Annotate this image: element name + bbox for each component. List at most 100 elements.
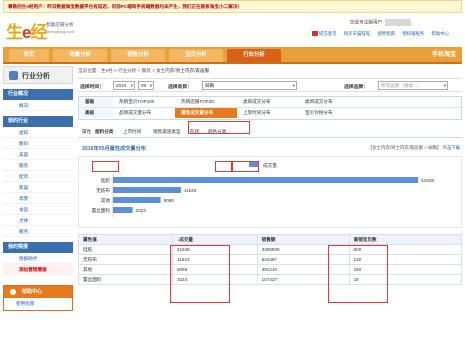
subtab[interactable]: 上市时间 xyxy=(121,127,143,137)
table-header[interactable]: 销售额 xyxy=(256,234,350,245)
report-grid-row: 基础 热销宝贝TOP100 热销店铺TOP30 类目成交分布 类目成交分布 xyxy=(79,97,461,108)
bar-chart: 成交量 硅胶 51848 无纺布 11543 其他 8089 蕾丝面料 3324 xyxy=(78,156,462,228)
sidebar-item[interactable]: 添加营销情报 xyxy=(3,264,73,275)
sidebar-item[interactable]: 服务 xyxy=(3,226,73,237)
sidebar-item[interactable]: 概况 xyxy=(3,100,73,111)
top-links: 提交意见 购买天猫旺旺 使用指南 授权版服务 帮助中心 xyxy=(312,31,455,37)
mobile-taobao-link[interactable]: 手机淘宝 xyxy=(432,49,456,62)
table-cell: 其他 xyxy=(78,264,173,275)
bar-value-label: 3324 xyxy=(136,208,147,213)
table-header[interactable]: ↓成交量 xyxy=(171,234,258,245)
sidebar-item[interactable]: 美容 xyxy=(3,149,73,160)
breadcrumb-root[interactable]: 当前位置：生e经 xyxy=(78,68,113,73)
y-tick-label: 硅胶 xyxy=(101,177,111,184)
bar-value-label: 51848 xyxy=(421,178,434,183)
report-option[interactable]: 热销店铺TOP30 xyxy=(175,97,237,107)
attribute-subtabs: 属性 面料分类 上市时间 销售渠道类型 形状 颜色分类 xyxy=(78,126,462,138)
month-select[interactable]: 05 xyxy=(138,81,154,90)
brand-label: 选择品牌： xyxy=(344,85,368,90)
report-grid-row: 高级 品牌成交量分布 属性成交量分布 上架时间分布 宝贝价格分布 xyxy=(79,108,461,119)
y-tick-label: 其他 xyxy=(101,197,111,204)
help-header: 帮助中心 xyxy=(4,286,72,298)
bar-chart-svg: 成交量硅胶 51848 无纺布 11543 其他 8089 蕾丝面料 3324 xyxy=(92,162,434,217)
highlight-attribute-option xyxy=(188,121,250,134)
report-option[interactable]: 类目成交分布 xyxy=(299,97,361,107)
breadcrumb-clothing[interactable]: 服装 xyxy=(142,68,151,73)
sidebar-item[interactable]: 文体 xyxy=(3,215,73,226)
notice-banner: 尊敬的生e经用户：昨日数据淘宝数据平台有延迟，目前PC端和手机端数据均未产生，我… xyxy=(3,0,462,13)
bar[interactable] xyxy=(113,187,181,193)
top-link-guide[interactable]: 使用指南 xyxy=(377,31,395,36)
tab-industry[interactable]: 行业分析 xyxy=(227,49,281,62)
tab-traffic[interactable]: 流量分析 xyxy=(53,49,107,62)
chart-heading: 2016年05月属性成交量分布 xyxy=(82,146,146,152)
bar[interactable] xyxy=(113,207,133,213)
year-select[interactable]: 2016 xyxy=(113,81,135,90)
top-link-wangwang[interactable]: 购买天猫旺旺 xyxy=(344,31,370,36)
table-cell: 硅胶 xyxy=(78,244,173,255)
site-logo[interactable]: 生e经 智能店铺分析 shengejing.com xyxy=(6,17,86,42)
tab-sales[interactable]: 销售分析 xyxy=(111,49,165,62)
breadcrumb-current: 女士内衣/男士内衣/家居服 xyxy=(156,68,210,73)
brand-select[interactable]: 所有品牌（搜索...） xyxy=(378,81,448,90)
help-item-guide[interactable]: 使用指南 xyxy=(4,298,72,310)
user-greeting: 您是专注版用户 xyxy=(350,19,383,25)
sidebar-section-title: 行业概况 xyxy=(3,89,73,100)
report-option[interactable]: 属性成交量分布 xyxy=(175,108,237,118)
breadcrumb-industry[interactable]: 行业分析 xyxy=(118,68,136,73)
report-option[interactable]: 热销宝贝TOP100 xyxy=(113,97,175,107)
sidebar-item[interactable]: 数码 xyxy=(3,138,73,149)
highlight-fabric-tab xyxy=(92,161,119,172)
report-option[interactable]: 类目成交分布 xyxy=(237,97,299,107)
sidebar-item[interactable]: 情报助手 xyxy=(3,253,73,264)
top-link-feedback[interactable]: 提交意见 xyxy=(312,31,337,36)
help-center: 帮助中心 使用指南 xyxy=(3,285,73,311)
bar-value-label: 11543 xyxy=(184,188,197,193)
category-select[interactable]: 抹胸 xyxy=(202,81,297,90)
sidebar-item[interactable]: 服装 xyxy=(3,160,73,171)
main-content: 当前位置：生e经 > 行业分析 > 服装 > 女士内衣/男士内衣/家居服 选择时… xyxy=(78,66,463,364)
table-row: 蕾丝面料 3324 107327 18 xyxy=(78,274,463,285)
table-header[interactable]: 高销宝贝数 xyxy=(348,234,463,245)
main-nav: 首页 流量分析 销售分析 宝贝分析 行业分析 手机淘宝 xyxy=(3,47,462,64)
report-option[interactable]: 品牌成交量分布 xyxy=(113,108,175,118)
bar[interactable] xyxy=(113,197,161,203)
user-info: 您是专注版用户 xyxy=(350,19,412,26)
sidebar-item[interactable]: 食品 xyxy=(3,204,73,215)
tab-items[interactable]: 宝贝分析 xyxy=(169,49,223,62)
report-grid-row-head: 基础 xyxy=(79,97,113,107)
download-link[interactable]: 点击下载 xyxy=(442,145,460,150)
top-link-auth[interactable]: 授权版服务 xyxy=(402,31,424,36)
table-cell: 无纺布 xyxy=(78,254,173,265)
table-row: 其他 8089 391210 150 xyxy=(78,264,463,275)
sidebar-title: 行业分析 xyxy=(22,73,50,80)
report-option[interactable]: 宝贝价格分布 xyxy=(299,108,361,118)
table-row: 无纺布 11543 624497 130 xyxy=(78,254,463,265)
help-icon xyxy=(10,289,16,295)
table-header[interactable]: 属性值 xyxy=(78,234,173,245)
sidebar-item[interactable]: 母婴 xyxy=(3,193,73,204)
filter-bar: 选择时间： 2016 05 选择类目： 抹胸 选择品牌： 所有品牌（搜索...） xyxy=(78,78,462,92)
top-link-help[interactable]: 帮助中心 xyxy=(431,31,449,36)
chart-icon xyxy=(9,71,18,80)
sidebar-section-title: 我的情报 xyxy=(3,242,73,253)
time-label: 选择时间： xyxy=(80,85,104,90)
sidebar-item[interactable]: 虚拟 xyxy=(3,127,73,138)
subtab[interactable]: 面料分类 xyxy=(93,127,115,137)
sidebar-item[interactable]: 家居 xyxy=(3,182,73,193)
highlight-color-tab xyxy=(232,161,259,172)
report-option[interactable]: 上架时间分布 xyxy=(237,108,299,118)
tab-home[interactable]: 首页 xyxy=(9,49,49,62)
report-grid-row-head: 高级 xyxy=(79,108,113,118)
logo-slogan: 智能店铺分析 xyxy=(46,22,74,27)
bar[interactable] xyxy=(113,177,419,183)
subtab[interactable]: 属性 xyxy=(80,127,93,137)
sidebar: 行业分析 行业概况 概况 我的行业 虚拟 数码 美容 服装 配饰 家居 母婴 食品 文体 服务 我的情报情… xyxy=(3,66,73,364)
sidebar-item[interactable]: 配饰 xyxy=(3,171,73,182)
subtab[interactable]: 销售渠道类型 xyxy=(151,127,183,137)
report-grid: 基础 热销宝贝TOP100 热销店铺TOP30 类目成交分布 类目成交分布 高级 品牌成交量… xyxy=(78,96,462,120)
highlight-top-items-column xyxy=(328,245,388,303)
sidebar-header: 行业分析 xyxy=(3,66,73,84)
chart-header: 2016年05月属性成交量分布 【女士内衣/男士内衣/家居服 > 抹胸】 点击下… xyxy=(78,144,462,154)
breadcrumb: 当前位置：生e经 > 行业分析 > 服装 > 女士内衣/男士内衣/家居服 xyxy=(78,68,210,73)
